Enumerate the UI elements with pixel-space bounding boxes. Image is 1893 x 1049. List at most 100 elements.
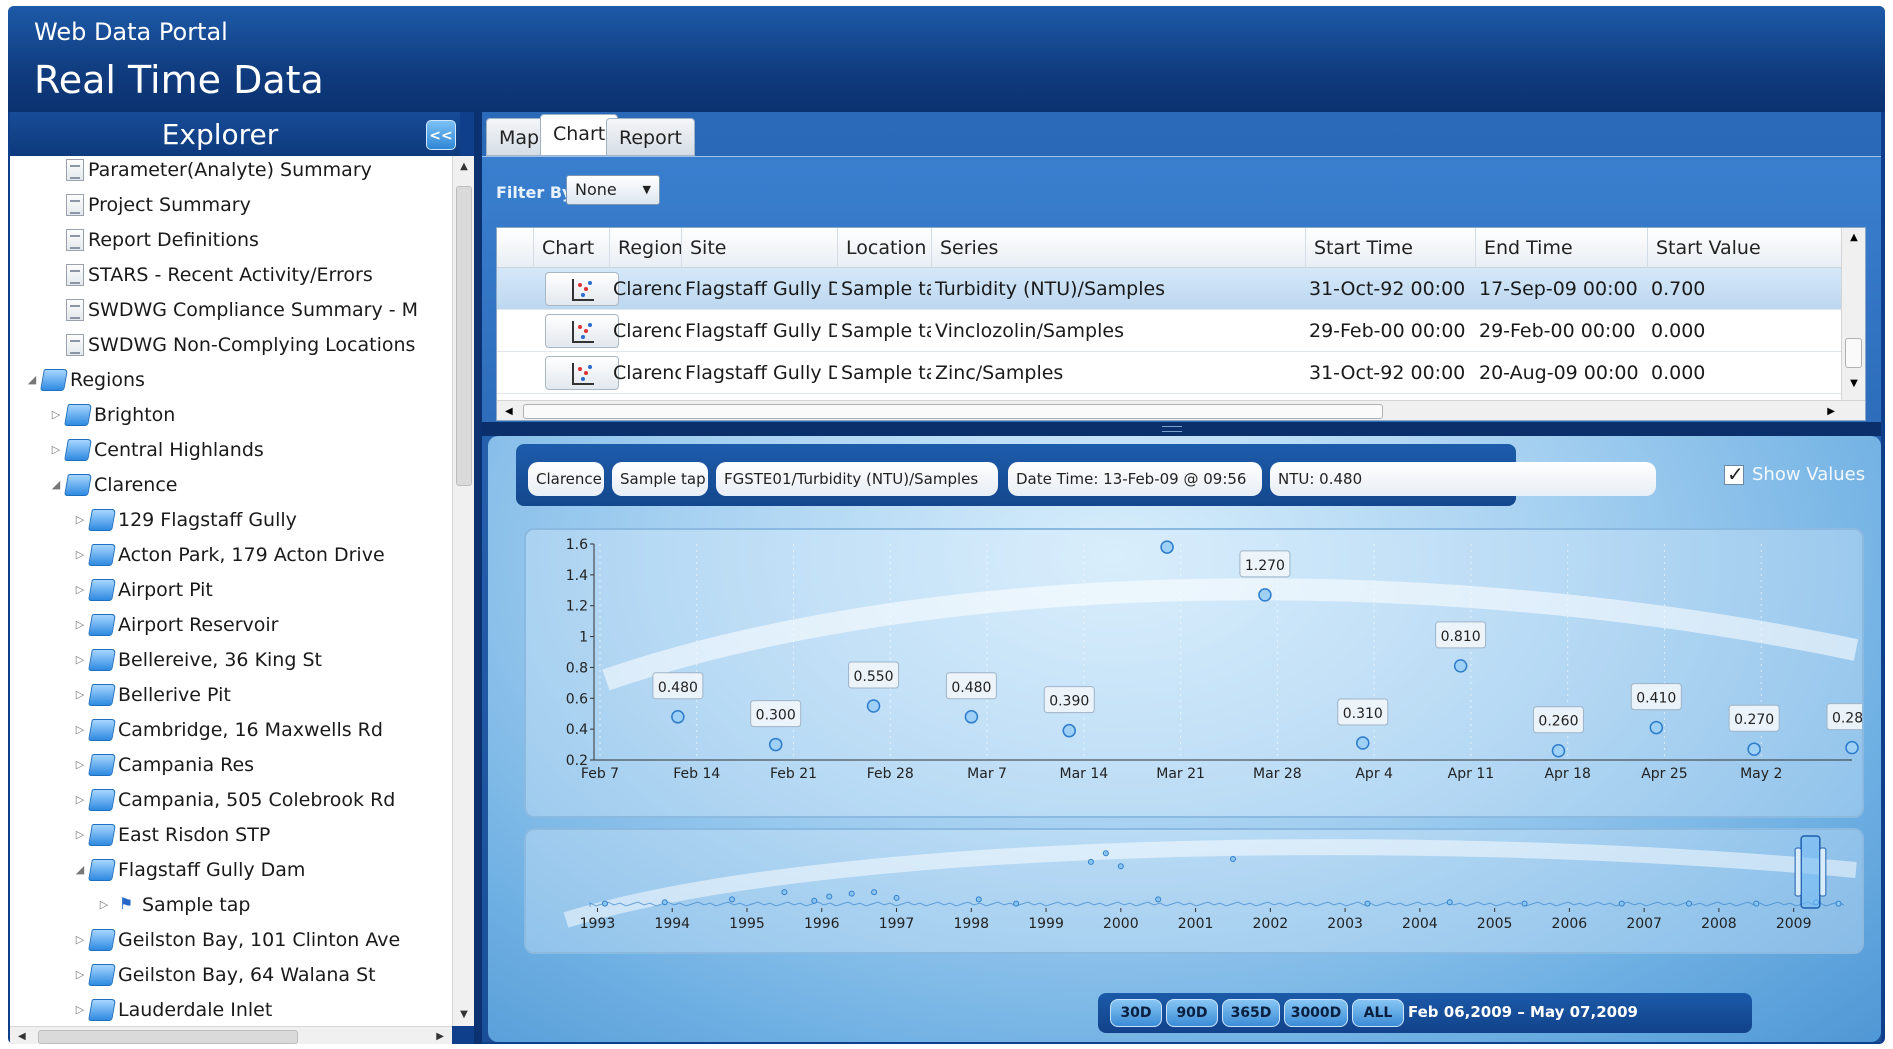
tree-item[interactable]: ▷ Bellerive Pit xyxy=(70,677,231,712)
filter-dropdown[interactable]: None ▼ xyxy=(566,175,660,205)
expand-triangle-icon[interactable]: ▷ xyxy=(70,548,90,561)
scroll-thumb[interactable] xyxy=(456,186,472,486)
scroll-left-arrow-icon[interactable]: ◀ xyxy=(18,1027,26,1044)
collapse-triangle-icon[interactable]: ◢ xyxy=(46,478,66,491)
column-header-series[interactable]: Series xyxy=(931,228,1305,268)
scroll-thumb[interactable] xyxy=(1845,338,1862,368)
tree-item[interactable]: ▷ Lauderdale Inlet xyxy=(70,992,272,1026)
table-vertical-scrollbar[interactable]: ▲ ▼ xyxy=(1841,228,1865,400)
table-row[interactable]: ClarenceFlagstaff Gully DamSample tapVin… xyxy=(497,310,1842,352)
tree-item[interactable]: ▷ Campania, 505 Colebrook Rd xyxy=(70,782,395,817)
data-marker[interactable] xyxy=(1453,659,1468,673)
splitter-grip-icon[interactable] xyxy=(1162,426,1182,432)
data-marker[interactable] xyxy=(964,710,979,724)
tree-item[interactable]: ▷ Acton Park, 179 Acton Drive xyxy=(70,537,385,572)
data-point[interactable]: 0.310 xyxy=(1337,698,1389,750)
data-marker[interactable] xyxy=(1551,743,1566,758)
tree-item[interactable]: SWDWG Compliance Summary - M xyxy=(46,292,418,327)
scroll-thumb[interactable] xyxy=(523,404,1383,419)
expand-triangle-icon[interactable]: ▷ xyxy=(70,723,90,736)
navigator-chart[interactable]: 1993 1994 1995 1996 1997 1998 1999 2000 2001 2002… xyxy=(524,828,1864,954)
scroll-left-arrow-icon[interactable]: ◀ xyxy=(505,401,513,420)
expand-triangle-icon[interactable]: ▷ xyxy=(94,898,114,911)
data-marker[interactable] xyxy=(866,699,881,713)
tree-item[interactable]: ◢ Flagstaff Gully Dam xyxy=(70,852,305,887)
range-button-90d[interactable]: 90D xyxy=(1166,999,1218,1027)
column-header-start-time[interactable]: Start Time xyxy=(1305,228,1475,268)
open-chart-button[interactable] xyxy=(545,356,619,390)
data-point[interactable]: 0.480 xyxy=(652,672,704,724)
tree-item[interactable]: ▷ ⚑ Sample tap xyxy=(94,887,251,922)
data-marker[interactable] xyxy=(1649,720,1664,735)
grid-chart-splitter[interactable] xyxy=(482,422,1881,436)
scroll-right-arrow-icon[interactable]: ▶ xyxy=(436,1027,444,1044)
tree-item[interactable]: ▷ Bellereive, 36 King St xyxy=(70,642,322,677)
tree-item[interactable]: ▷ Brighton xyxy=(46,397,175,432)
range-button-all[interactable]: ALL xyxy=(1352,999,1404,1027)
tree-item[interactable]: ▷ Central Highlands xyxy=(46,432,264,467)
column-header-region[interactable]: Region xyxy=(609,228,681,268)
tree-item[interactable]: ▷ East Risdon STP xyxy=(70,817,270,852)
open-chart-button[interactable] xyxy=(545,272,619,306)
panel-splitter[interactable] xyxy=(474,112,482,1044)
tree-item[interactable]: ▷ Campania Res xyxy=(70,747,254,782)
data-point[interactable]: 0.270 xyxy=(1728,704,1780,756)
expand-triangle-icon[interactable]: ▷ xyxy=(70,828,90,841)
navigator-chart-svg[interactable]: 1993 1994 1995 1996 1997 1998 1999 2000 2001 2002… xyxy=(526,830,1862,952)
show-values-checkbox[interactable] xyxy=(1724,462,1744,486)
data-point[interactable]: 0.550 xyxy=(848,661,900,713)
column-header-end-time[interactable]: End Time xyxy=(1475,228,1647,268)
data-marker[interactable] xyxy=(1258,588,1272,602)
tree-item[interactable]: ◢ Regions xyxy=(22,362,145,397)
scroll-up-arrow-icon[interactable]: ▲ xyxy=(1842,232,1865,243)
tree-item[interactable]: ▷ 129 Flagstaff Gully xyxy=(70,502,297,537)
expand-triangle-icon[interactable]: ▷ xyxy=(70,758,90,771)
column-header-site[interactable]: Site xyxy=(681,228,837,268)
data-marker[interactable] xyxy=(1160,540,1174,554)
scroll-up-arrow-icon[interactable]: ▲ xyxy=(453,156,475,178)
column-header-chart[interactable]: Chart xyxy=(533,228,609,268)
tree-item[interactable]: ▷ Geilston Bay, 64 Walana St xyxy=(70,957,376,992)
tree-item[interactable]: Project Summary xyxy=(46,187,251,222)
tree-item[interactable]: ▷ Geilston Bay, 101 Clinton Ave xyxy=(70,922,400,957)
data-point[interactable]: 0.390 xyxy=(1043,686,1095,738)
tree-item[interactable]: ▷ Cambridge, 16 Maxwells Rd xyxy=(70,712,383,747)
tree-item[interactable]: Report Definitions xyxy=(46,222,259,257)
collapse-explorer-button[interactable]: << xyxy=(426,120,456,150)
expand-triangle-icon[interactable]: ▷ xyxy=(46,408,66,421)
range-left-grip[interactable] xyxy=(1794,847,1802,897)
collapse-triangle-icon[interactable]: ◢ xyxy=(70,863,90,876)
detail-chart[interactable]: 0.2 0.4 0.6 0.8 1 1.2 1.4 1.6 Feb 7 Feb 14 Feb 21 F… xyxy=(524,502,1878,818)
data-point[interactable]: 0.280 xyxy=(1826,703,1878,755)
data-marker[interactable] xyxy=(1845,740,1859,755)
data-marker[interactable] xyxy=(671,710,685,724)
expand-triangle-icon[interactable]: ▷ xyxy=(70,968,90,981)
tree-item[interactable]: STARS - Recent Activity/Errors xyxy=(46,257,373,292)
tree-item[interactable]: ▷ Airport Pit xyxy=(70,572,213,607)
data-point[interactable]: 0.810 xyxy=(1435,621,1487,673)
scroll-down-arrow-icon[interactable]: ▼ xyxy=(453,1004,475,1026)
data-marker[interactable] xyxy=(1747,742,1761,756)
expand-triangle-icon[interactable]: ▷ xyxy=(70,1003,90,1016)
table-row[interactable]: ClarenceFlagstaff Gully DamSample tapZin… xyxy=(497,352,1842,394)
show-values-toggle[interactable]: Show Values xyxy=(1724,462,1865,486)
column-header-location[interactable]: Location xyxy=(837,228,931,268)
expand-triangle-icon[interactable]: ▷ xyxy=(70,513,90,526)
expand-triangle-icon[interactable]: ▷ xyxy=(70,933,90,946)
tab-report[interactable]: Report xyxy=(606,118,695,156)
range-button-3000d[interactable]: 3000D xyxy=(1284,999,1348,1027)
range-button-365d[interactable]: 365D xyxy=(1222,999,1280,1027)
expand-triangle-icon[interactable]: ▷ xyxy=(70,653,90,666)
tree-item[interactable]: SWDWG Non-Complying Locations xyxy=(46,327,415,362)
detail-chart-svg[interactable]: 0.20.40.60.811.21.41.6Feb 7 Feb 14 Feb 21 F… xyxy=(526,502,1878,816)
expand-triangle-icon[interactable]: ▷ xyxy=(46,443,66,456)
table-horizontal-scrollbar[interactable]: ◀ ▶ xyxy=(497,400,1865,420)
open-chart-button[interactable] xyxy=(545,314,619,348)
range-window-handle[interactable] xyxy=(1800,835,1821,909)
scroll-right-arrow-icon[interactable]: ▶ xyxy=(1827,401,1835,420)
expand-triangle-icon[interactable]: ▷ xyxy=(70,688,90,701)
explorer-vertical-scrollbar[interactable]: ▲ ▼ xyxy=(452,156,474,1026)
range-button-30d[interactable]: 30D xyxy=(1110,999,1162,1027)
data-point[interactable]: 0.260 xyxy=(1532,706,1584,758)
data-point[interactable]: 0.410 xyxy=(1630,683,1682,735)
